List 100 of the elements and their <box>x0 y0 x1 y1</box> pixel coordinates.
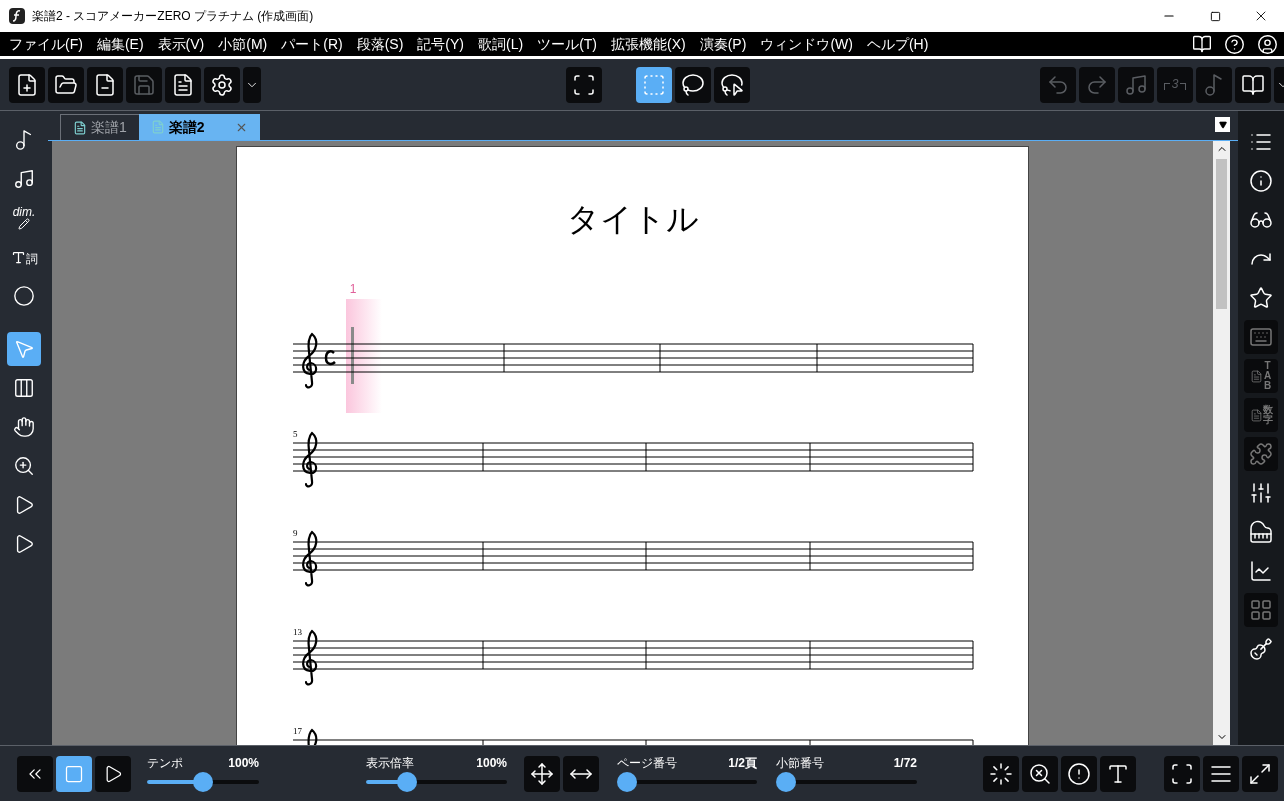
number-document-icon <box>1249 408 1263 422</box>
save-icon <box>132 72 156 97</box>
slider-label: 表示倍率 <box>366 755 414 770</box>
maximize-icon <box>1209 10 1221 22</box>
puzzle-icon <box>1249 442 1273 466</box>
menu-item[interactable]: ヘルプ(H) <box>859 32 936 56</box>
close-file-icon <box>93 72 117 97</box>
gear-button[interactable] <box>204 66 240 103</box>
piano-icon <box>1249 520 1273 544</box>
lines-button[interactable] <box>1203 755 1239 792</box>
keyboard-icon <box>1249 325 1273 349</box>
star-icon <box>1249 286 1273 310</box>
cursor-measure-number: 1 <box>349 282 357 296</box>
guitar-icon <box>1249 637 1273 661</box>
menu-item[interactable]: 演奏(P) <box>692 32 754 56</box>
menu-item[interactable]: 歌詞(L) <box>471 32 531 56</box>
score-title: タイトル <box>565 200 700 239</box>
menu-item[interactable]: パート(R) <box>274 32 350 56</box>
book-icon[interactable] <box>1192 34 1212 54</box>
account-icon[interactable] <box>1257 33 1278 55</box>
measure-number: 13 <box>293 627 302 637</box>
slider-track[interactable] <box>147 771 259 792</box>
menu-item[interactable]: 段落(S) <box>349 32 411 56</box>
slider-reading: 1/2頁 <box>728 755 757 770</box>
document-icon <box>150 120 165 134</box>
treble-clef-icon <box>302 629 318 686</box>
stop-icon <box>64 763 84 784</box>
lasso-brush-button[interactable] <box>714 66 750 103</box>
lasso-button[interactable] <box>675 66 711 103</box>
slider-track[interactable] <box>366 771 507 792</box>
measure-number: 17 <box>293 726 302 736</box>
text-icon <box>10 249 26 265</box>
menu-item[interactable]: 編集(E) <box>89 32 151 56</box>
menu-item[interactable]: 小節(M) <box>211 32 275 56</box>
slider-thumb[interactable] <box>193 771 213 792</box>
scroll-thumb[interactable] <box>1216 159 1227 309</box>
fit-width-button[interactable] <box>563 755 599 792</box>
new-file-button[interactable] <box>9 66 45 103</box>
search-clear-icon <box>1028 761 1052 786</box>
document-tab[interactable]: 楽譜1 <box>60 114 139 140</box>
slider-label: テンポ <box>147 755 183 770</box>
dynamics-pencil-tool[interactable]: dim. <box>7 201 41 235</box>
close-file-button[interactable] <box>87 66 123 103</box>
menu-item[interactable]: ウィンドウ(W) <box>753 32 860 56</box>
stop-button[interactable] <box>56 755 92 792</box>
line-chart-icon <box>1249 559 1273 583</box>
expand-button[interactable] <box>1242 755 1278 792</box>
tab-list-button[interactable] <box>1215 117 1230 132</box>
gear-icon <box>210 72 234 97</box>
text-lyrics-tool[interactable]: 詞 <box>7 240 41 274</box>
rectangle-select-icon <box>642 72 666 97</box>
document-list-icon <box>171 72 195 97</box>
slider-reading: 100% <box>228 755 259 770</box>
menu-item[interactable]: ファイル(F) <box>2 32 90 56</box>
zoom-icon <box>13 455 35 477</box>
sparkle-button[interactable] <box>983 755 1019 792</box>
document-tab[interactable]: 楽譜2 <box>138 114 260 140</box>
shape-tool-icon <box>13 285 35 307</box>
rectangle-select-button[interactable] <box>636 66 672 103</box>
folder-icon <box>54 72 78 97</box>
lasso-icon <box>681 72 705 97</box>
measure-tool-icon <box>13 377 35 399</box>
page-frame-button[interactable] <box>566 66 602 103</box>
search-clear-button[interactable] <box>1022 755 1058 792</box>
help-icon[interactable] <box>1224 33 1245 55</box>
sparkle-icon <box>989 761 1013 786</box>
slider-reading: 1/72 <box>893 755 917 770</box>
treble-clef-icon <box>302 530 318 587</box>
document-icon <box>73 120 87 135</box>
info-icon <box>1249 169 1273 193</box>
book-button[interactable] <box>1235 66 1271 103</box>
rewind-button[interactable] <box>17 755 53 792</box>
document-list-button[interactable] <box>165 66 201 103</box>
slider-track[interactable] <box>617 771 757 792</box>
slider-thumb[interactable] <box>776 771 796 792</box>
app-logo-icon <box>9 8 25 24</box>
alert-icon <box>1067 761 1091 786</box>
treble-clef-icon <box>302 332 318 389</box>
folder-button[interactable] <box>48 66 84 103</box>
slider-track[interactable] <box>776 771 917 792</box>
measure-number: 9 <box>293 528 298 538</box>
window-title: 楽譜2 - スコアメーカーZERO プラチナム (作成画面) <box>32 8 314 25</box>
grid-icon <box>1249 598 1273 622</box>
play-button[interactable] <box>95 755 131 792</box>
alert-button[interactable] <box>1061 755 1097 792</box>
menu-item[interactable]: ツール(T) <box>530 32 605 56</box>
treble-clef-icon <box>302 431 318 488</box>
text-frame-button[interactable] <box>1100 755 1136 792</box>
new-file-icon <box>15 72 39 97</box>
book-icon <box>1241 72 1265 97</box>
fit-page-button[interactable] <box>524 755 560 792</box>
slider-label: ページ番号 <box>617 755 677 770</box>
slider-thumb[interactable] <box>397 771 418 792</box>
menu-item[interactable]: 記号(Y) <box>410 32 471 56</box>
page-frame-icon <box>572 72 596 97</box>
vertical-scrollbar[interactable] <box>1213 141 1230 745</box>
menu-item[interactable]: 拡張機能(X) <box>604 32 693 56</box>
measure-number: 5 <box>293 429 298 439</box>
menu-item[interactable]: 表示(V) <box>150 32 212 56</box>
slider-thumb[interactable] <box>617 771 637 792</box>
